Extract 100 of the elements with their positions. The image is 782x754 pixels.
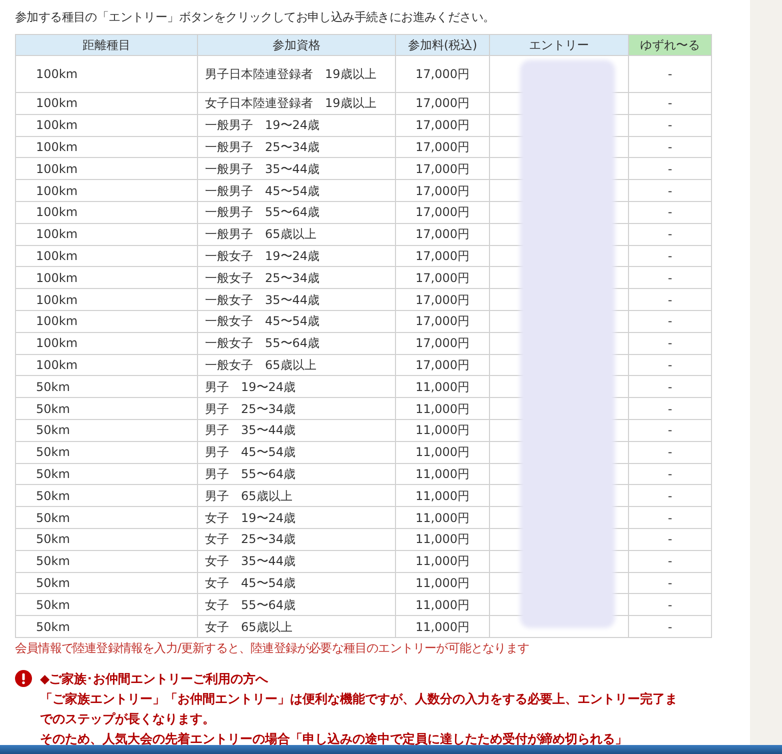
note-text: 会員情報で陸連登録情報を入力/更新すると、陸連登録が必要な種目のエントリーが可能となります — [15, 640, 530, 657]
intro-text: 参加する種目の「エントリー」ボタンをクリックしてお申し込み手続きにお進みください。 — [15, 9, 496, 26]
table-cell: 一般女子 35〜44歳 — [198, 288, 396, 310]
table-cell: 100km — [16, 56, 198, 92]
table-cell: 17,000円 — [396, 266, 490, 289]
column-header: 参加資格 — [198, 34, 396, 56]
table-cell: 17,000円 — [396, 245, 490, 267]
table-cell: 50km — [16, 419, 198, 442]
table-cell: 50km — [16, 572, 198, 594]
table-cell: 50km — [16, 550, 198, 572]
table-cell: 男子 45〜54歳 — [198, 441, 396, 464]
table-cell: 男子 35〜44歳 — [198, 419, 396, 442]
table-cell: 17,000円 — [396, 136, 490, 158]
table-cell: 50km — [16, 398, 198, 420]
notice-title: ◆ご家族･お仲間エントリーご利用の方へ — [40, 670, 270, 688]
table-cell: 一般男子 25〜34歳 — [198, 136, 396, 158]
table-cell: - — [628, 398, 712, 420]
table-cell: 50km — [16, 441, 198, 464]
table-cell: 一般男子 45〜54歳 — [198, 180, 396, 202]
table-cell: 100km — [16, 354, 198, 376]
table-cell: 男子 55〜64歳 — [198, 463, 396, 485]
table-cell: 100km — [16, 223, 198, 246]
table-cell: 100km — [16, 310, 198, 332]
table-cell: - — [628, 245, 712, 267]
table-cell: 一般男子 35〜44歳 — [198, 158, 396, 180]
table-cell: 11,000円 — [396, 419, 490, 442]
table-cell: 50km — [16, 506, 198, 528]
table-cell: 100km — [16, 136, 198, 158]
table-cell: 11,000円 — [396, 441, 490, 464]
table-cell: 一般女子 65歳以上 — [198, 354, 396, 376]
table-cell: 100km — [16, 114, 198, 136]
table-cell: 11,000円 — [396, 506, 490, 528]
alert-icon — [15, 670, 32, 687]
table-cell: 男子 25〜34歳 — [198, 398, 396, 420]
table-cell: 女子 65歳以上 — [198, 616, 396, 638]
table-cell: - — [628, 354, 712, 376]
table-cell: - — [628, 484, 712, 507]
table-cell: - — [628, 572, 712, 594]
column-header: ゆずれ〜る — [628, 34, 712, 56]
table-cell: 17,000円 — [396, 201, 490, 224]
table-cell: 50km — [16, 484, 198, 507]
table-cell: 17,000円 — [396, 56, 490, 92]
table-cell: 100km — [16, 288, 198, 310]
table-cell: - — [628, 92, 712, 114]
table-cell: 11,000円 — [396, 572, 490, 594]
column-header: エントリー — [490, 34, 628, 56]
table-cell: 一般女子 45〜54歳 — [198, 310, 396, 332]
table-cell: 50km — [16, 616, 198, 638]
table-cell: 17,000円 — [396, 332, 490, 354]
table-cell: 11,000円 — [396, 550, 490, 572]
table-cell: 100km — [16, 92, 198, 114]
table-cell: 11,000円 — [396, 528, 490, 550]
table-cell: - — [628, 594, 712, 616]
table-cell: 女子 35〜44歳 — [198, 550, 396, 572]
table-cell: 男子 65歳以上 — [198, 484, 396, 507]
table-cell: 11,000円 — [396, 398, 490, 420]
table-cell: 50km — [16, 528, 198, 550]
table-cell: - — [628, 114, 712, 136]
table-cell: - — [628, 136, 712, 158]
table-cell: 一般女子 25〜34歳 — [198, 266, 396, 289]
table-cell: 100km — [16, 266, 198, 289]
table-cell: - — [628, 180, 712, 202]
table-cell: 女子 45〜54歳 — [198, 572, 396, 594]
table-cell: 一般男子 19〜24歳 — [198, 114, 396, 136]
table-cell: - — [628, 616, 712, 638]
table-cell: 11,000円 — [396, 484, 490, 507]
table-cell: 一般女子 55〜64歳 — [198, 332, 396, 354]
table-cell: 17,000円 — [396, 114, 490, 136]
table-cell: 17,000円 — [396, 223, 490, 246]
table-cell: 11,000円 — [396, 616, 490, 638]
table-cell: 100km — [16, 201, 198, 224]
column-header: 距離種目 — [16, 34, 198, 56]
table-cell: 11,000円 — [396, 594, 490, 616]
notice-text: 「ご家族エントリー」「お仲間エントリー」は便利な機能ですが、人数分の入力をする必要上、エントリー完了までのステップが長くなります。 — [40, 690, 678, 728]
table-cell: - — [628, 550, 712, 572]
table-cell: 100km — [16, 158, 198, 180]
table-cell: - — [628, 463, 712, 485]
table-cell: - — [628, 310, 712, 332]
column-header: 参加料(税込) — [396, 34, 490, 56]
table-cell: 100km — [16, 332, 198, 354]
table-cell: 一般女子 19〜24歳 — [198, 245, 396, 267]
table-cell: 女子 19〜24歳 — [198, 506, 396, 528]
table-cell: - — [628, 441, 712, 464]
table-cell: 50km — [16, 376, 198, 398]
table-cell: - — [628, 56, 712, 92]
table-cell: - — [628, 506, 712, 528]
table-cell: - — [628, 528, 712, 550]
table-cell: 17,000円 — [396, 354, 490, 376]
table-cell: - — [628, 223, 712, 246]
table-cell: - — [628, 288, 712, 310]
table-cell: 一般男子 65歳以上 — [198, 223, 396, 246]
table-cell: 17,000円 — [396, 288, 490, 310]
table-cell: 男子日本陸連登録者 19歳以上 — [198, 56, 396, 92]
table-cell: 50km — [16, 594, 198, 616]
table-cell: 100km — [16, 180, 198, 202]
table-cell: 女子日本陸連登録者 19歳以上 — [198, 92, 396, 114]
table-cell: 11,000円 — [396, 463, 490, 485]
table-cell: - — [628, 419, 712, 442]
table-cell: 男子 19〜24歳 — [198, 376, 396, 398]
table-cell: - — [628, 266, 712, 289]
